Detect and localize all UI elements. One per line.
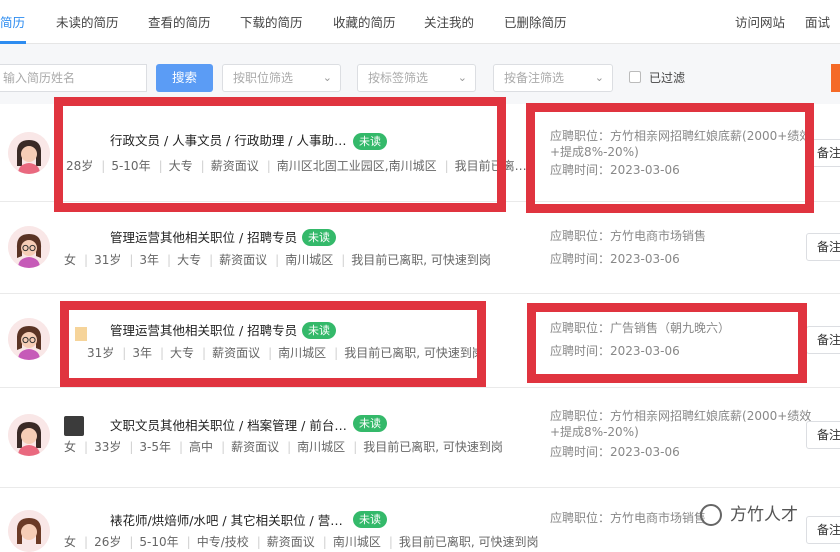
location: 南川城区	[285, 253, 334, 267]
applied-time-label: 应聘时间：	[550, 445, 611, 459]
experience: 5-10年	[139, 535, 179, 549]
note-button[interactable]: 备注	[806, 233, 840, 261]
action-button-edge[interactable]	[831, 64, 840, 92]
note-filter-select[interactable]: 按备注筛选 ⌄	[493, 64, 613, 92]
avatar	[8, 414, 50, 456]
chevron-down-icon: ⌄	[594, 71, 604, 84]
resume-tabs: 简历 未读的简历 查看的简历 下载的简历 收藏的简历 关注我的 已删除简历 访问…	[0, 0, 840, 44]
filtered-checkbox[interactable]	[629, 71, 641, 83]
applied-position: 应聘职位：方竹电商市场销售	[550, 228, 812, 244]
wechat-icon	[700, 504, 722, 526]
avatar	[8, 318, 50, 360]
redacted-name-blob	[64, 416, 84, 436]
filter-bar: 输入简历姓名 搜索 按职位筛选 ⌄ 按标签筛选 ⌄ 按备注筛选 ⌄ 已过滤	[0, 44, 840, 104]
note-button[interactable]: 备注	[806, 516, 840, 544]
unread-badge: 未读	[353, 415, 387, 432]
applied-time: 应聘时间：2023-03-06	[550, 251, 680, 267]
search-button[interactable]: 搜索	[156, 64, 213, 92]
salary: 薪资面议	[219, 253, 268, 267]
education: 中专/技校	[196, 535, 249, 549]
highlight-box	[60, 301, 486, 387]
status: 我目前已离职, 可快速到岗	[351, 253, 491, 267]
chevron-down-icon: ⌄	[457, 71, 467, 84]
unread-badge: 未读	[353, 511, 387, 528]
tab-resumes[interactable]: 简历	[0, 12, 25, 31]
note-filter-label: 按备注筛选	[504, 71, 565, 85]
applied-time-value: 2023-03-06	[610, 445, 680, 459]
avatar	[8, 226, 50, 268]
tab-unread[interactable]: 未读的简历	[56, 12, 119, 31]
visit-site-link[interactable]: 访问网站	[735, 12, 785, 31]
watermark-text: 方竹人才	[730, 505, 798, 525]
age: 33岁	[94, 440, 122, 454]
highlight-box	[54, 97, 506, 212]
tag-filter-select[interactable]: 按标签筛选 ⌄	[357, 64, 476, 92]
applied-time: 应聘时间：2023-03-06	[550, 444, 680, 460]
applied-position-value: 方竹电商市场销售	[610, 511, 707, 525]
avatar	[8, 510, 50, 552]
note-button[interactable]: 备注	[806, 326, 840, 354]
status: 我目前已离职, 可快速到岗	[398, 535, 539, 549]
status: 我目前已离职, 可快速到岗	[363, 440, 503, 454]
position-filter-select[interactable]: 按职位筛选 ⌄	[222, 64, 341, 92]
resume-row[interactable]: 文职文员其他相关职位 / 档案管理 / 前台… 未读 女 | 33岁 | 3-5年 | 高中…	[0, 388, 840, 488]
experience: 3-5年	[139, 440, 171, 454]
experience: 3年	[139, 253, 160, 267]
interview-link[interactable]: 面试	[805, 12, 830, 31]
tab-viewed[interactable]: 查看的简历	[148, 12, 211, 31]
highlight-box	[527, 303, 807, 383]
tab-favorited[interactable]: 收藏的简历	[333, 12, 396, 31]
gender: 女	[64, 253, 77, 267]
salary: 薪资面议	[266, 535, 315, 549]
resume-meta: 女 | 26岁 | 5-10年 | 中专/技校 | 薪资面议 | 南川城区 | 我目前已离职, 可快速到…	[64, 535, 539, 549]
resume-title[interactable]: 文职文员其他相关职位 / 档案管理 / 前台…	[110, 415, 347, 434]
avatar	[8, 132, 50, 174]
resume-title[interactable]: 裱花师/烘焙师/水吧 / 其它相关职位 / 营…	[110, 510, 343, 529]
unread-badge: 未读	[302, 229, 336, 246]
applied-position-label: 应聘职位：	[550, 229, 611, 243]
tag-filter-label: 按标签筛选	[368, 71, 429, 85]
note-button[interactable]: 备注	[806, 421, 840, 449]
education: 高中	[189, 440, 214, 454]
highlight-box	[526, 103, 814, 213]
applied-time-value: 2023-03-06	[610, 252, 680, 266]
gender: 女	[64, 440, 77, 454]
gender: 女	[64, 535, 77, 549]
watermark: 方竹人才	[700, 500, 798, 526]
filtered-label: 已过滤	[649, 71, 686, 85]
position-filter-label: 按职位筛选	[233, 71, 294, 85]
applied-time-label: 应聘时间：	[550, 252, 611, 266]
salary: 薪资面议	[231, 440, 280, 454]
tab-downloaded[interactable]: 下载的简历	[240, 12, 303, 31]
applied-position-label: 应聘职位：	[550, 511, 611, 525]
resume-meta: 女 | 33岁 | 3-5年 | 高中 | 薪资面议 | 南川城区 | 我目前已离职, 可快速到岗	[64, 440, 503, 454]
tab-following-me[interactable]: 关注我的	[424, 12, 474, 31]
resume-meta: 女 | 31岁 | 3年 | 大专 | 薪资面议 | 南川城区 | 我目前已离职, 可快速到岗	[64, 253, 491, 267]
age: 26岁	[94, 535, 122, 549]
resume-title[interactable]: 管理运营其他相关职位 / 招聘专员	[110, 227, 297, 246]
location: 南川城区	[297, 440, 346, 454]
applied-position: 应聘职位：方竹相亲网招聘红娘底薪(2000+绩效+提成8%-20%)	[550, 408, 812, 440]
applied-position-value: 方竹电商市场销售	[610, 229, 707, 243]
age: 31岁	[94, 253, 122, 267]
search-input[interactable]: 输入简历姓名	[0, 64, 147, 92]
education: 大专	[177, 253, 202, 267]
chevron-down-icon: ⌄	[322, 71, 332, 84]
resume-row[interactable]: 管理运营其他相关职位 / 招聘专员 未读 女 | 31岁 | 3年 | 大专 | 薪资面议 | 南川…	[0, 202, 840, 294]
tab-deleted[interactable]: 已删除简历	[504, 12, 567, 31]
applied-position-label: 应聘职位：	[550, 409, 611, 423]
location: 南川城区	[332, 535, 381, 549]
